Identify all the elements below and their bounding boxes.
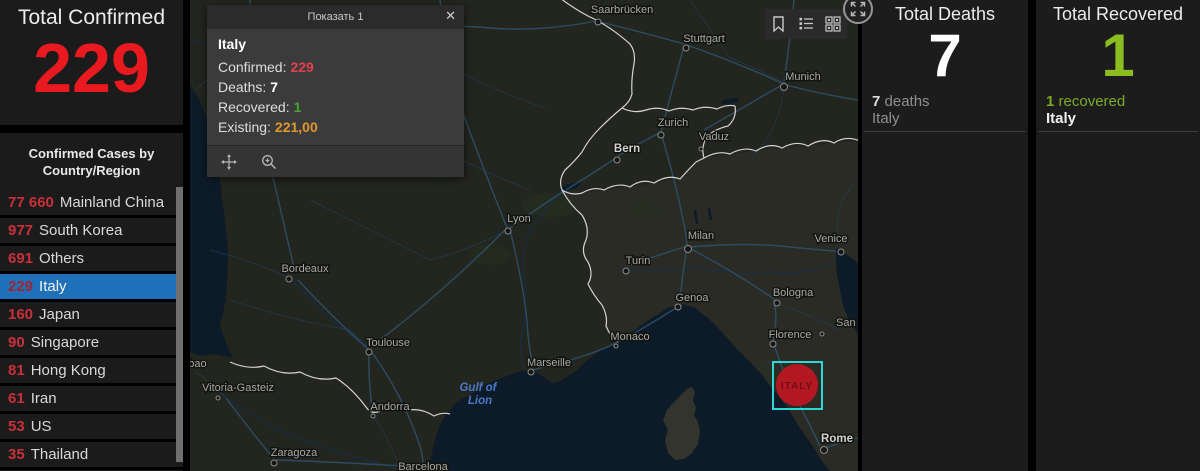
popup-footer [207, 145, 464, 177]
map-city-label: Stuttgart [683, 33, 725, 45]
list-scrollbar[interactable] [176, 187, 183, 462]
map-city-label: Bilbao [190, 358, 207, 370]
divider [1038, 131, 1198, 132]
total-recovered-value: 1 [1101, 22, 1135, 89]
legend-icon[interactable] [795, 13, 817, 35]
country-list-title: Confirmed Cases by Country/Region [28, 146, 155, 178]
popup-row-confirmed: Confirmed: 229 [218, 59, 314, 75]
country-list-panel: Confirmed Cases by Country/Region 77 660… [0, 133, 183, 471]
popup-country-name: Italy [218, 36, 247, 52]
svg-text:ITALY: ITALY [781, 381, 813, 392]
total-recovered-panel: Total Recovered 1 1 recovered Italy [1036, 0, 1200, 471]
map-city-label: Zurich [658, 117, 689, 129]
country-row[interactable]: 160 Japan [0, 302, 183, 330]
country-row[interactable]: 90 Singapore [0, 330, 183, 358]
map-city-label: Vaduz [699, 131, 729, 143]
total-deaths-value: 7 [928, 22, 962, 89]
basemap-icon[interactable] [822, 13, 844, 35]
country-row[interactable]: 61 Iran [0, 386, 183, 414]
map-city-label: Vitoria-Gasteiz [202, 382, 274, 394]
map-city-label: Zaragoza [271, 447, 318, 459]
map-city-label: Turin [626, 255, 651, 267]
popup-row-deaths: Deaths: 7 [218, 79, 279, 95]
country-row[interactable]: 977 South Korea [0, 218, 183, 246]
popup-row-existing: Existing: 221,00 [218, 119, 318, 135]
svg-text:Lion: Lion [468, 395, 492, 407]
map-city-label: Venice [814, 233, 847, 245]
popup-header[interactable]: Показать 1 ✕ [207, 5, 464, 29]
close-icon[interactable]: ✕ [445, 8, 456, 24]
country-row-selected[interactable]: 229 Italy [0, 274, 183, 302]
map-city-label: San Marino [836, 317, 858, 329]
map-city-label: Bordeaux [281, 263, 329, 275]
map-city-label: Barcelona [398, 461, 448, 471]
map-popup: Показать 1 ✕ Italy Confirmed: 229 Deaths:… [207, 5, 464, 177]
recovered-list-item[interactable]: 1 recovered Italy [1036, 87, 1200, 127]
total-confirmed-title: Total Confirmed [17, 6, 166, 29]
map-city-label: Milan [688, 230, 714, 242]
map-city-label: Monaco [610, 331, 649, 343]
pan-to-icon[interactable] [219, 152, 239, 172]
map-city-label: Florence [769, 329, 812, 341]
country-row[interactable]: 81 Hong Kong [0, 358, 183, 386]
deaths-list-item[interactable]: 7 deaths Italy [862, 87, 1028, 127]
bookmark-icon[interactable] [768, 13, 790, 35]
map-city-label: Andorra [370, 401, 410, 413]
map-toolbar [765, 9, 847, 39]
map-city-label: Toulouse [366, 337, 410, 349]
popup-body: Italy Confirmed: 229 Deaths: 7 Recovered: 1… [207, 29, 464, 145]
map-city-label: Rome [821, 433, 853, 445]
map-city-label: Lyon [507, 213, 530, 225]
map-city-label: Marseille [527, 357, 571, 369]
svg-text:Gulf of: Gulf of [459, 382, 497, 394]
country-row[interactable]: 77 660 Mainland China [0, 190, 183, 218]
dashboard: Total Confirmed 229 Confirmed Cases by C… [0, 0, 1200, 471]
country-row[interactable]: 35 Thailand [0, 442, 183, 470]
zoom-in-icon[interactable] [259, 152, 279, 172]
total-deaths-panel: Total Deaths 7 7 deaths Italy [862, 0, 1028, 471]
country-row[interactable]: 691 Others [0, 246, 183, 274]
map-city-label: Saarbrücken [591, 4, 653, 16]
total-confirmed-value: 229 [33, 29, 150, 107]
popup-header-title: Показать 1 [307, 11, 364, 23]
map-city-label: Genoa [675, 292, 709, 304]
total-confirmed-panel: Total Confirmed 229 [0, 0, 183, 125]
divider [864, 131, 1026, 132]
country-row[interactable]: 53 US [0, 414, 183, 442]
map-city-label: Bern [614, 143, 640, 155]
map-city-label: Bologna [773, 287, 814, 299]
popup-row-recovered: Recovered: 1 [218, 99, 302, 115]
map-city-label: Munich [785, 71, 820, 83]
